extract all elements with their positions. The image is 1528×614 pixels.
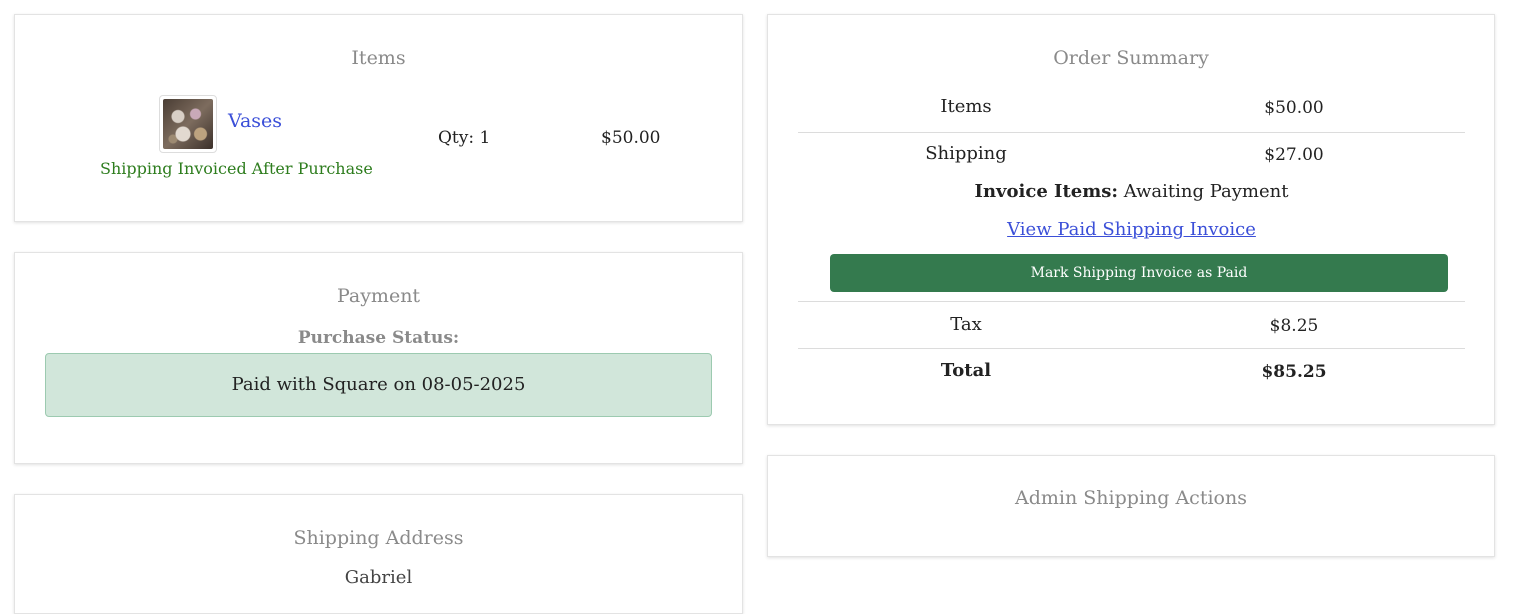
mark-shipping-invoice-paid-button[interactable]: Mark Shipping Invoice as Paid [830,254,1448,292]
items-card: Items Vases Shipping Invoiced After Purc… [14,14,743,222]
item-thumbnail[interactable] [159,95,217,153]
shipping-note: Shipping Invoiced After Purchase [100,159,373,178]
item-quantity: Qty: 1 [438,128,491,148]
summary-total-value: $85.25 [1261,362,1327,382]
address-name: Gabriel [344,567,413,588]
invoice-status: Invoice Items: Awaiting Payment [798,181,1465,202]
payment-card: Payment Purchase Status: Paid with Squar… [14,252,743,464]
purchase-status-label: Purchase Status: [297,328,460,348]
admin-shipping-actions-title: Admin Shipping Actions [1015,487,1247,509]
invoice-items-status: Awaiting Payment [1123,181,1289,202]
payment-title: Payment [336,285,421,307]
shipping-address-card: Shipping Address Gabriel [14,494,743,614]
summary-tax-value: $8.25 [1269,316,1319,336]
summary-row-items: Items $50.00 [798,86,1465,133]
invoice-items-label: Invoice Items: [974,181,1119,202]
summary-row-total: Total $85.25 [798,348,1465,394]
payment-status-alert: Paid with Square on 08-05-2025 [45,353,712,417]
items-title: Items [351,47,406,69]
summary-shipping-value: $27.00 [1264,145,1324,165]
order-summary-title: Order Summary [1053,47,1209,69]
summary-total-label: Total [940,360,992,381]
item-name-link[interactable]: Vases [228,110,282,132]
admin-shipping-actions-card: Admin Shipping Actions [767,455,1495,557]
summary-row-tax: Tax $8.25 [798,301,1465,349]
summary-row-shipping: Shipping $27.00 [798,133,1465,179]
summary-shipping-label: Shipping [925,143,1007,164]
item-price: $50.00 [601,128,661,148]
view-paid-shipping-invoice-link[interactable]: View Paid Shipping Invoice [798,219,1465,240]
summary-items-value: $50.00 [1264,98,1324,118]
vases-image [163,99,213,149]
summary-tax-label: Tax [950,314,982,335]
summary-items-label: Items [940,96,992,117]
order-summary-card: Order Summary Items $50.00 Shipping $27.… [767,14,1495,425]
shipping-address-title: Shipping Address [293,527,464,549]
